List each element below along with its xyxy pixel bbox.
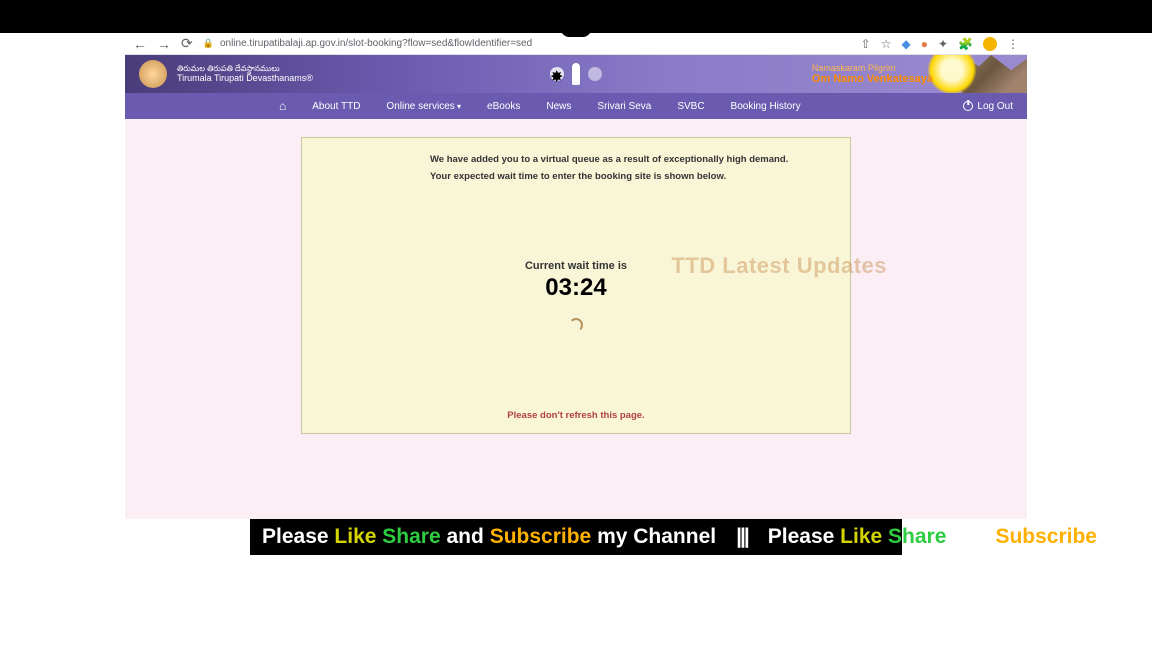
org-name-english: Tirumala Tirupati Devasthanams® [177,73,313,84]
url-text: online.tirupatibalaji.ap.gov.in/slot-boo… [220,38,532,49]
star-icon[interactable]: ☆ [881,37,892,51]
page-body: We have added you to a virtual queue as … [125,119,1027,519]
puzzle-icon[interactable]: 🧩 [958,37,973,51]
loading-spinner-icon [569,318,583,332]
menu-icon[interactable]: ⋮ [1007,37,1019,51]
browser-extension-area: ⇧ ☆ ◆ ● ✦ 🧩 ⋮ [861,37,1019,51]
nav-ebooks[interactable]: eBooks [487,101,520,112]
profile-avatar[interactable] [983,37,997,51]
back-button[interactable]: ← [133,36,147,52]
address-bar[interactable]: 🔒 online.tirupatibalaji.ap.gov.in/slot-b… [203,38,851,49]
reload-button[interactable]: ⟳ [181,35,193,52]
queue-message-2: Your expected wait time to enter the boo… [430,171,830,182]
banner-segment-2: Please Like Share and Subscribe my Chann… [768,525,1152,549]
ext-icon-2[interactable]: ● [921,37,928,51]
share-icon[interactable]: ⇧ [861,37,871,51]
nav-srivari-seva[interactable]: Srivari Seva [597,101,651,112]
lock-icon: 🔒 [203,38,214,49]
org-logo [139,60,167,88]
greeting-line1: Namaskaram Pilgrim [812,63,933,73]
shanka-icon [588,67,602,81]
banner-divider: ||| [736,525,748,549]
nav-svbc[interactable]: SVBC [677,101,704,112]
header-greeting: Namaskaram Pilgrim Om Namo Venkatesaya [812,63,1013,85]
ext-icon-1[interactable]: ◆ [902,37,911,51]
nav-booking-history[interactable]: Booking History [731,101,801,112]
main-nav: ⌂ About TTD Online services eBooks News … [125,93,1027,119]
nav-online-services[interactable]: Online services [386,101,461,112]
greeting-line2: Om Namo Venkatesaya [812,73,933,85]
power-icon [963,101,973,111]
extensions-icon[interactable]: ✦ [938,37,948,51]
watermark-text: TTD Latest Updates [671,253,887,279]
queue-message-1: We have added you to a virtual queue as … [430,154,830,165]
promo-banner: Please Like Share and Subscribe my Chann… [250,519,902,555]
banner-segment-1: Please Like Share and Subscribe my Chann… [262,525,716,549]
top-black-bar [0,0,1152,33]
org-name-telugu: తిరుమల తిరుపతి దేవస్థానములు [177,64,313,74]
org-title: తిరుమల తిరుపతి దేవస్థానములు Tirumala Tir… [177,64,313,84]
no-refresh-warning: Please don't refresh this page. [322,410,830,421]
logout-label: Log Out [977,101,1013,112]
forward-button[interactable]: → [157,36,171,52]
logout-button[interactable]: Log Out [963,101,1013,112]
header-center-emblems: ✸ [550,63,602,85]
nav-home[interactable]: ⌂ [279,99,286,113]
nav-news[interactable]: News [546,101,571,112]
namam-icon [572,63,580,85]
nav-about-ttd[interactable]: About TTD [312,101,360,112]
site-header: తిరుమల తిరుపతి దేవస్థానములు Tirumala Tir… [125,55,1027,93]
chakra-icon: ✸ [550,67,564,81]
virtual-queue-box: We have added you to a virtual queue as … [301,137,851,434]
